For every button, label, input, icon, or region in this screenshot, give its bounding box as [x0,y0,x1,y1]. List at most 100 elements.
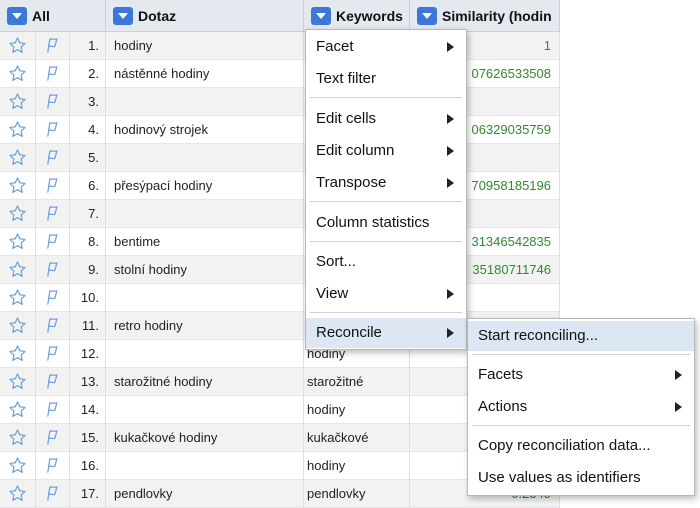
menu-item-sort[interactable]: Sort... [306,247,466,277]
dotaz-cell[interactable] [106,284,304,312]
star-cell[interactable] [0,480,36,508]
menu-item-edit-cells[interactable]: Edit cells [306,104,466,134]
dotaz-cell[interactable] [106,452,304,480]
flag-icon[interactable] [43,289,62,305]
star-icon[interactable] [8,456,27,473]
flag-icon[interactable] [43,373,62,389]
star-cell[interactable] [0,88,36,116]
menu-item-text-filter[interactable]: Text filter [306,64,466,94]
star-icon[interactable] [8,344,27,361]
dotaz-cell[interactable]: stolní hodiny [106,256,304,284]
flag-cell[interactable] [36,396,70,424]
keyword-cell[interactable]: hodiny [304,452,410,480]
star-icon[interactable] [8,204,27,221]
star-cell[interactable] [0,228,36,256]
flag-cell[interactable] [36,284,70,312]
flag-cell[interactable] [36,312,70,340]
flag-cell[interactable] [36,256,70,284]
dotaz-cell[interactable]: pendlovky [106,480,304,508]
star-cell[interactable] [0,144,36,172]
dotaz-cell[interactable]: starožitné hodiny [106,368,304,396]
flag-icon[interactable] [43,37,62,53]
flag-icon[interactable] [43,401,62,417]
star-cell[interactable] [0,312,36,340]
submenu-item-facets[interactable]: Facets [468,360,694,390]
flag-cell[interactable] [36,228,70,256]
submenu-item-copy-reconciliation-data[interactable]: Copy reconciliation data... [468,431,694,461]
star-cell[interactable] [0,340,36,368]
star-icon[interactable] [8,120,27,137]
submenu-item-start-reconciling[interactable]: Start reconciling... [468,321,694,351]
dotaz-cell[interactable]: nástěnné hodiny [106,60,304,88]
star-icon[interactable] [8,36,27,53]
flag-icon[interactable] [43,93,62,109]
star-cell[interactable] [0,32,36,60]
flag-cell[interactable] [36,200,70,228]
keyword-cell[interactable]: starožitné [304,368,410,396]
star-icon[interactable] [8,64,27,81]
star-icon[interactable] [8,372,27,389]
dotaz-dropdown-icon[interactable] [113,6,133,25]
keyword-cell[interactable]: pendlovky [304,480,410,508]
flag-cell[interactable] [36,424,70,452]
dotaz-cell[interactable] [106,200,304,228]
star-cell[interactable] [0,116,36,144]
column-header-all[interactable]: All [0,0,106,32]
dotaz-cell[interactable]: hodinový strojek [106,116,304,144]
flag-icon[interactable] [43,261,62,277]
star-icon[interactable] [8,288,27,305]
flag-icon[interactable] [43,233,62,249]
flag-cell[interactable] [36,116,70,144]
star-cell[interactable] [0,256,36,284]
flag-cell[interactable] [36,32,70,60]
flag-icon[interactable] [43,485,62,501]
flag-icon[interactable] [43,177,62,193]
column-header-similarity[interactable]: Similarity (hodin [410,0,560,32]
menu-item-transpose[interactable]: Transpose [306,168,466,198]
flag-icon[interactable] [43,149,62,165]
star-icon[interactable] [8,92,27,109]
keyword-cell[interactable]: hodiny [304,396,410,424]
dotaz-cell[interactable]: bentime [106,228,304,256]
menu-item-view[interactable]: View [306,279,466,309]
dotaz-cell[interactable]: hodiny [106,32,304,60]
keywords-dropdown-icon[interactable] [311,6,331,25]
flag-icon[interactable] [43,457,62,473]
star-icon[interactable] [8,260,27,277]
flag-cell[interactable] [36,340,70,368]
column-header-keywords[interactable]: Keywords [304,0,410,32]
star-icon[interactable] [8,428,27,445]
submenu-item-use-values-as-identifiers[interactable]: Use values as identifiers [468,463,694,493]
star-icon[interactable] [8,484,27,501]
flag-icon[interactable] [43,429,62,445]
dotaz-cell[interactable] [106,144,304,172]
star-icon[interactable] [8,176,27,193]
dotaz-cell[interactable] [106,88,304,116]
flag-icon[interactable] [43,121,62,137]
flag-icon[interactable] [43,65,62,81]
flag-cell[interactable] [36,368,70,396]
star-cell[interactable] [0,60,36,88]
dotaz-cell[interactable]: kukačkové hodiny [106,424,304,452]
dotaz-cell[interactable]: retro hodiny [106,312,304,340]
flag-cell[interactable] [36,480,70,508]
similarity-dropdown-icon[interactable] [417,6,437,25]
column-header-dotaz[interactable]: Dotaz [106,0,304,32]
star-icon[interactable] [8,232,27,249]
menu-item-facet[interactable]: Facet [306,32,466,62]
dotaz-cell[interactable]: přesýpací hodiny [106,172,304,200]
flag-cell[interactable] [36,172,70,200]
submenu-item-actions[interactable]: Actions [468,392,694,422]
star-cell[interactable] [0,452,36,480]
flag-icon[interactable] [43,345,62,361]
star-cell[interactable] [0,396,36,424]
star-cell[interactable] [0,284,36,312]
star-icon[interactable] [8,316,27,333]
star-cell[interactable] [0,172,36,200]
flag-cell[interactable] [36,452,70,480]
star-cell[interactable] [0,200,36,228]
star-icon[interactable] [8,148,27,165]
menu-item-reconcile[interactable]: Reconcile [306,318,466,348]
flag-cell[interactable] [36,88,70,116]
flag-icon[interactable] [43,317,62,333]
